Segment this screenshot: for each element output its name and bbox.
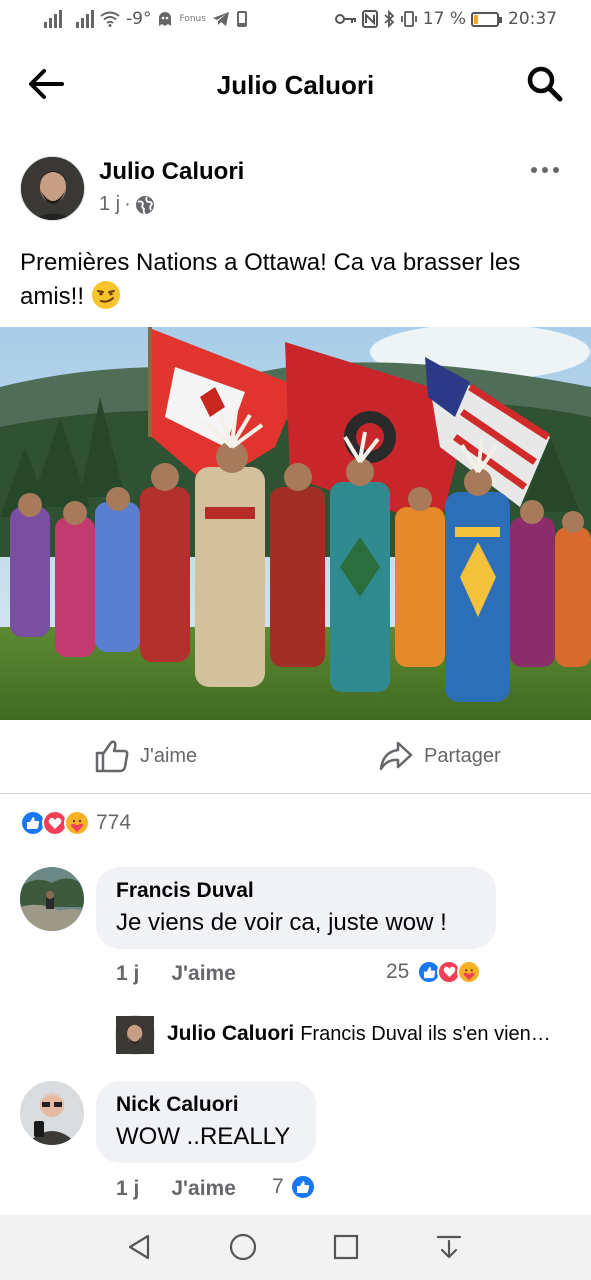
nav-notifications-button[interactable] <box>433 1231 465 1263</box>
author-avatar-image <box>21 157 84 220</box>
author-avatar[interactable] <box>20 156 85 221</box>
comment-author[interactable]: Francis Duval <box>116 879 476 903</box>
search-button[interactable] <box>525 64 565 104</box>
comment-bubble[interactable]: Nick Caluori WOW ..REALLY <box>96 1081 316 1163</box>
ghost-icon <box>159 12 172 26</box>
battery-percent: 17 % <box>422 9 466 29</box>
comment-footer: 1 j J'aime <box>116 1177 236 1201</box>
comment-time[interactable]: 1 j <box>116 1177 139 1201</box>
nfc-icon <box>361 10 378 28</box>
comment-bubble[interactable]: Francis Duval Je viens de voir ca, juste… <box>96 867 496 949</box>
post-photo[interactable] <box>0 327 591 720</box>
like-button[interactable]: J'aime <box>94 738 197 774</box>
wifi-icon <box>100 11 120 27</box>
smirk-emoji-icon <box>91 281 120 309</box>
more-dots-icon <box>531 167 559 173</box>
vibrate-icon <box>400 11 417 27</box>
search-icon <box>527 66 563 102</box>
status-right: 17 % 20:37 <box>334 9 557 29</box>
more-options-button[interactable] <box>529 158 561 182</box>
like-label: J'aime <box>140 744 198 767</box>
share-label: Partager <box>424 744 501 767</box>
app-header: Julio Caluori <box>0 42 591 126</box>
reply-text: Francis Duval ils s'en vien… <box>300 1023 551 1045</box>
square-recents-icon <box>333 1234 359 1260</box>
reaction-count: 774 <box>96 811 132 834</box>
signal-icon-2 <box>76 10 94 28</box>
phone-icon <box>236 11 247 27</box>
thumbs-up-icon <box>95 740 129 773</box>
reply-author: Julio Caluori <box>167 1022 295 1045</box>
post-text: Premières Nations a Ottawa! Ca va brasse… <box>20 246 575 314</box>
status-left: -9° Fonus <box>44 9 248 29</box>
commenter-avatar-nick[interactable] <box>20 1081 84 1145</box>
pull-down-icon <box>436 1235 462 1259</box>
reply-preview[interactable]: Julio Caluori Francis Duval ils s'en vien… <box>167 1022 567 1046</box>
reply-avatar-image <box>116 1016 154 1054</box>
post-meta: 1 j · <box>99 193 155 216</box>
battery-icon <box>471 11 502 27</box>
clock: 20:37 <box>508 9 557 29</box>
comment-reaction-count: 7 <box>272 1175 284 1198</box>
status-bar: -9° Fonus 17 % 20:37 <box>0 0 591 42</box>
comment-time[interactable]: 1 j <box>116 962 139 986</box>
nav-recents-button[interactable] <box>330 1231 362 1263</box>
share-arrow-icon <box>379 741 413 771</box>
triangle-back-icon <box>128 1234 150 1260</box>
post-time[interactable]: 1 j <box>99 193 120 216</box>
commenter-avatar-francis[interactable] <box>20 867 84 931</box>
carrier-text: Fonus <box>179 14 206 24</box>
comment-reactions[interactable]: 25 <box>386 960 482 984</box>
comment-like-button[interactable]: J'aime <box>171 962 236 986</box>
temperature: -9° <box>126 9 152 29</box>
meta-separator: · <box>124 193 131 215</box>
comment-reaction-count: 25 <box>386 960 410 983</box>
post-actions: J'aime Partager <box>0 720 591 794</box>
comment-text: WOW ..REALLY <box>116 1123 291 1150</box>
signal-icon <box>44 10 62 28</box>
comment-footer: 1 j J'aime <box>116 962 236 986</box>
comment-reactions[interactable]: 7 <box>272 1174 316 1200</box>
telegram-icon <box>212 12 229 26</box>
like-reaction-icon <box>289 1174 316 1200</box>
comment-author[interactable]: Nick Caluori <box>116 1093 296 1117</box>
nav-home-button[interactable] <box>227 1231 259 1263</box>
comment-like-button[interactable]: J'aime <box>171 1177 236 1201</box>
post-author-name[interactable]: Julio Caluori <box>99 158 244 186</box>
nav-back-button[interactable] <box>124 1231 156 1263</box>
powwow-photo-illustration <box>0 327 591 720</box>
reply-avatar[interactable] <box>115 1015 155 1055</box>
page-title: Julio Caluori <box>216 70 375 100</box>
share-button[interactable]: Partager <box>378 738 501 774</box>
globe-icon <box>135 195 154 215</box>
reactions-summary[interactable]: 774 <box>20 810 131 836</box>
circle-home-icon <box>229 1233 257 1261</box>
system-nav-bar <box>0 1215 591 1280</box>
francis-avatar-image <box>20 867 84 931</box>
nick-avatar-image <box>20 1081 84 1145</box>
care-reaction-icon <box>457 960 482 984</box>
bluetooth-icon <box>384 10 395 28</box>
key-icon <box>334 14 356 24</box>
comment-text: Je viens de voir ca, juste wow ! <box>116 909 447 936</box>
battery-level <box>474 14 479 24</box>
care-reaction-icon <box>64 810 90 836</box>
